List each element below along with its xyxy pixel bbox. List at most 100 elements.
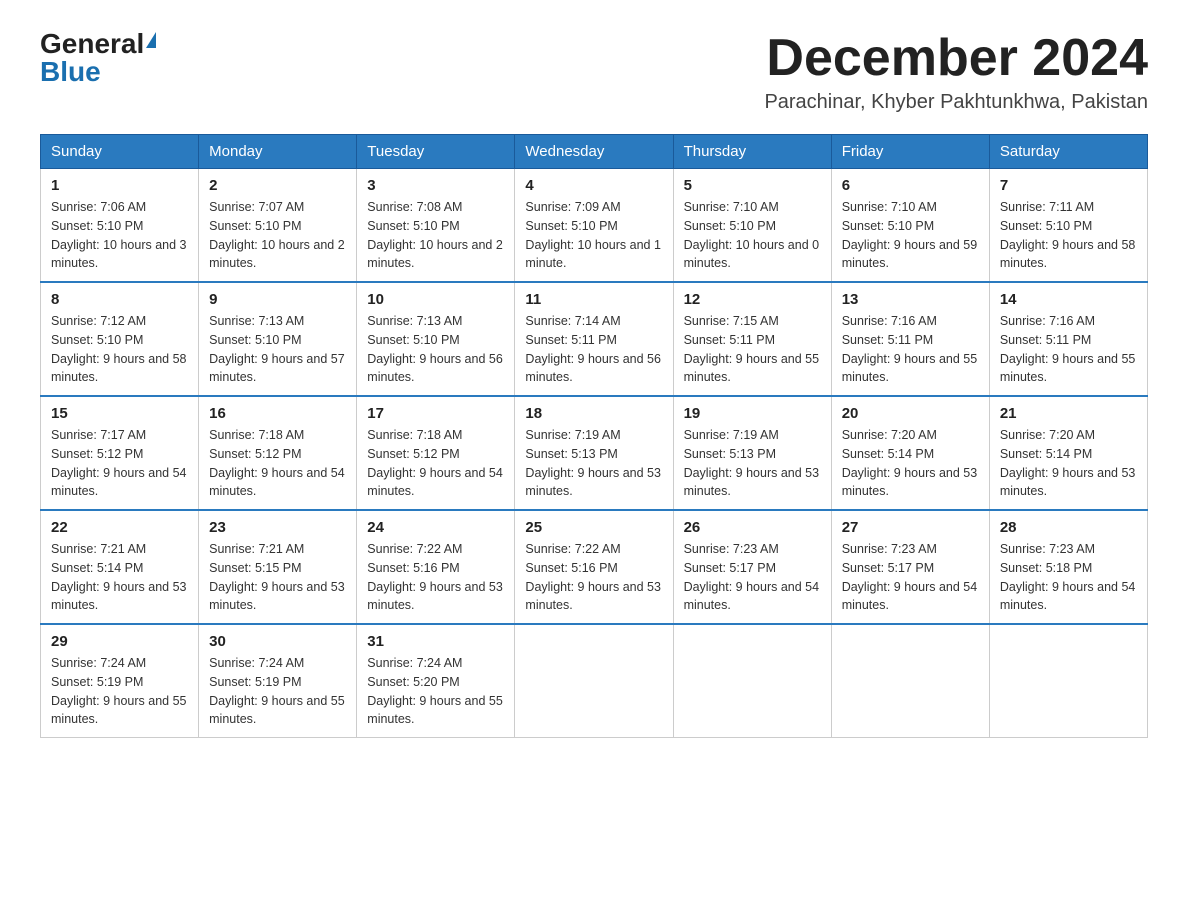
title-section: December 2024 Parachinar, Khyber Pakhtun… <box>764 30 1148 114</box>
calendar-cell: 9 Sunrise: 7:13 AMSunset: 5:10 PMDaylight… <box>199 282 357 396</box>
col-header-monday: Monday <box>199 135 357 169</box>
day-number: 30 <box>209 633 346 650</box>
col-header-thursday: Thursday <box>673 135 831 169</box>
calendar-cell: 18Sunrise: 7:19 AMSunset: 5:13 PMDayligh… <box>515 396 673 510</box>
day-number: 8 <box>51 291 188 308</box>
week-row-1: 1 Sunrise: 7:06 AMSunset: 5:10 PMDaylight… <box>41 169 1148 283</box>
day-info: Sunrise: 7:23 AMSunset: 5:17 PMDaylight:… <box>842 540 979 615</box>
calendar-cell <box>515 624 673 738</box>
calendar-cell: 21 Sunrise: 7:20 AMSunset: 5:14 PMDayligh… <box>989 396 1147 510</box>
day-info: Sunrise: 7:20 AMSunset: 5:14 PMDaylight:… <box>842 426 979 501</box>
col-header-wednesday: Wednesday <box>515 135 673 169</box>
logo-triangle-icon <box>146 32 156 48</box>
calendar-cell: 10 Sunrise: 7:13 AMSunset: 5:10 PMDayligh… <box>357 282 515 396</box>
day-info: Sunrise: 7:08 AMSunset: 5:10 PMDaylight:… <box>367 198 504 273</box>
day-number: 1 <box>51 177 188 194</box>
day-info: Sunrise: 7:21 AMSunset: 5:15 PMDaylight:… <box>209 540 346 615</box>
day-info: Sunrise: 7:12 AMSunset: 5:10 PMDaylight:… <box>51 312 188 387</box>
day-number: 14 <box>1000 291 1137 308</box>
day-number: 5 <box>684 177 821 194</box>
calendar-cell: 6 Sunrise: 7:10 AMSunset: 5:10 PMDaylight… <box>831 169 989 283</box>
calendar-cell: 14 Sunrise: 7:16 AMSunset: 5:11 PMDayligh… <box>989 282 1147 396</box>
calendar-cell: 8 Sunrise: 7:12 AMSunset: 5:10 PMDaylight… <box>41 282 199 396</box>
month-title: December 2024 <box>764 30 1148 87</box>
col-header-friday: Friday <box>831 135 989 169</box>
calendar-cell: 29 Sunrise: 7:24 AMSunset: 5:19 PMDayligh… <box>41 624 199 738</box>
day-info: Sunrise: 7:16 AMSunset: 5:11 PMDaylight:… <box>842 312 979 387</box>
day-info: Sunrise: 7:10 AMSunset: 5:10 PMDaylight:… <box>684 198 821 273</box>
day-info: Sunrise: 7:22 AMSunset: 5:16 PMDaylight:… <box>525 540 662 615</box>
calendar-cell: 11Sunrise: 7:14 AMSunset: 5:11 PMDayligh… <box>515 282 673 396</box>
day-info: Sunrise: 7:18 AMSunset: 5:12 PMDaylight:… <box>209 426 346 501</box>
day-number: 17 <box>367 405 504 422</box>
calendar-cell <box>673 624 831 738</box>
day-number: 26 <box>684 519 821 536</box>
calendar-cell: 22 Sunrise: 7:21 AMSunset: 5:14 PMDayligh… <box>41 510 199 624</box>
day-number: 10 <box>367 291 504 308</box>
day-number: 6 <box>842 177 979 194</box>
day-number: 16 <box>209 405 346 422</box>
col-header-tuesday: Tuesday <box>357 135 515 169</box>
calendar-cell: 3 Sunrise: 7:08 AMSunset: 5:10 PMDaylight… <box>357 169 515 283</box>
calendar-cell: 25 Sunrise: 7:22 AMSunset: 5:16 PMDayligh… <box>515 510 673 624</box>
day-number: 9 <box>209 291 346 308</box>
day-info: Sunrise: 7:24 AMSunset: 5:19 PMDaylight:… <box>209 654 346 729</box>
day-info: Sunrise: 7:24 AMSunset: 5:19 PMDaylight:… <box>51 654 188 729</box>
day-number: 15 <box>51 405 188 422</box>
day-number: 29 <box>51 633 188 650</box>
logo: General Blue <box>40 30 156 86</box>
day-number: 4 <box>525 177 662 194</box>
day-info: Sunrise: 7:18 AMSunset: 5:12 PMDaylight:… <box>367 426 504 501</box>
calendar-cell <box>831 624 989 738</box>
calendar-cell: 13Sunrise: 7:16 AMSunset: 5:11 PMDayligh… <box>831 282 989 396</box>
calendar-cell: 1 Sunrise: 7:06 AMSunset: 5:10 PMDaylight… <box>41 169 199 283</box>
calendar-cell: 20 Sunrise: 7:20 AMSunset: 5:14 PMDayligh… <box>831 396 989 510</box>
day-info: Sunrise: 7:16 AMSunset: 5:11 PMDaylight:… <box>1000 312 1137 387</box>
day-number: 22 <box>51 519 188 536</box>
day-info: Sunrise: 7:13 AMSunset: 5:10 PMDaylight:… <box>367 312 504 387</box>
day-info: Sunrise: 7:15 AMSunset: 5:11 PMDaylight:… <box>684 312 821 387</box>
day-number: 20 <box>842 405 979 422</box>
day-info: Sunrise: 7:11 AMSunset: 5:10 PMDaylight:… <box>1000 198 1137 273</box>
day-info: Sunrise: 7:20 AMSunset: 5:14 PMDaylight:… <box>1000 426 1137 501</box>
day-number: 23 <box>209 519 346 536</box>
calendar-cell: 19Sunrise: 7:19 AMSunset: 5:13 PMDayligh… <box>673 396 831 510</box>
calendar-cell: 31 Sunrise: 7:24 AMSunset: 5:20 PMDayligh… <box>357 624 515 738</box>
calendar-cell: 12 Sunrise: 7:15 AMSunset: 5:11 PMDayligh… <box>673 282 831 396</box>
calendar-cell: 26Sunrise: 7:23 AMSunset: 5:17 PMDayligh… <box>673 510 831 624</box>
calendar-cell: 15Sunrise: 7:17 AMSunset: 5:12 PMDayligh… <box>41 396 199 510</box>
day-number: 25 <box>525 519 662 536</box>
day-number: 3 <box>367 177 504 194</box>
calendar-cell <box>989 624 1147 738</box>
day-info: Sunrise: 7:21 AMSunset: 5:14 PMDaylight:… <box>51 540 188 615</box>
calendar-cell: 17 Sunrise: 7:18 AMSunset: 5:12 PMDayligh… <box>357 396 515 510</box>
day-info: Sunrise: 7:07 AMSunset: 5:10 PMDaylight:… <box>209 198 346 273</box>
calendar-cell: 5 Sunrise: 7:10 AMSunset: 5:10 PMDaylight… <box>673 169 831 283</box>
week-row-5: 29 Sunrise: 7:24 AMSunset: 5:19 PMDayligh… <box>41 624 1148 738</box>
calendar-header-row: SundayMondayTuesdayWednesdayThursdayFrid… <box>41 135 1148 169</box>
day-info: Sunrise: 7:24 AMSunset: 5:20 PMDaylight:… <box>367 654 504 729</box>
calendar-cell: 4 Sunrise: 7:09 AMSunset: 5:10 PMDaylight… <box>515 169 673 283</box>
day-info: Sunrise: 7:22 AMSunset: 5:16 PMDaylight:… <box>367 540 504 615</box>
day-info: Sunrise: 7:10 AMSunset: 5:10 PMDaylight:… <box>842 198 979 273</box>
logo-general-text: General <box>40 30 144 58</box>
day-number: 24 <box>367 519 504 536</box>
day-info: Sunrise: 7:06 AMSunset: 5:10 PMDaylight:… <box>51 198 188 273</box>
calendar-cell: 27 Sunrise: 7:23 AMSunset: 5:17 PMDayligh… <box>831 510 989 624</box>
week-row-4: 22 Sunrise: 7:21 AMSunset: 5:14 PMDayligh… <box>41 510 1148 624</box>
calendar-cell: 24 Sunrise: 7:22 AMSunset: 5:16 PMDayligh… <box>357 510 515 624</box>
day-number: 27 <box>842 519 979 536</box>
calendar-cell: 2 Sunrise: 7:07 AMSunset: 5:10 PMDaylight… <box>199 169 357 283</box>
calendar-cell: 7Sunrise: 7:11 AMSunset: 5:10 PMDaylight… <box>989 169 1147 283</box>
calendar-cell: 16 Sunrise: 7:18 AMSunset: 5:12 PMDayligh… <box>199 396 357 510</box>
day-number: 12 <box>684 291 821 308</box>
day-number: 11 <box>525 291 662 308</box>
day-number: 2 <box>209 177 346 194</box>
calendar-cell: 28Sunrise: 7:23 AMSunset: 5:18 PMDayligh… <box>989 510 1147 624</box>
day-info: Sunrise: 7:09 AMSunset: 5:10 PMDaylight:… <box>525 198 662 273</box>
day-number: 21 <box>1000 405 1137 422</box>
day-info: Sunrise: 7:19 AMSunset: 5:13 PMDaylight:… <box>525 426 662 501</box>
day-number: 31 <box>367 633 504 650</box>
calendar-cell: 30 Sunrise: 7:24 AMSunset: 5:19 PMDayligh… <box>199 624 357 738</box>
day-info: Sunrise: 7:13 AMSunset: 5:10 PMDaylight:… <box>209 312 346 387</box>
